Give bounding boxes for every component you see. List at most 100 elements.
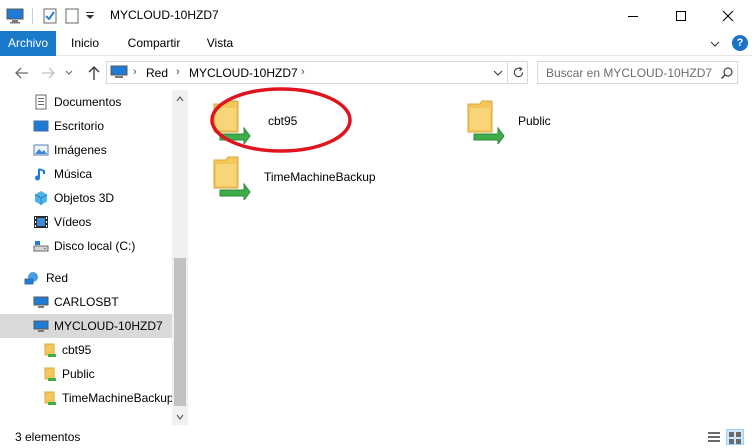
nav-item-red[interactable]: Red — [0, 266, 172, 290]
nav-item-mycloud[interactable]: MYCLOUD-10HZD7 — [0, 314, 172, 338]
toolbar-separator — [32, 8, 33, 24]
search-icon[interactable] — [720, 66, 734, 80]
nav-item-documentos[interactable]: Documentos — [0, 90, 172, 114]
chevron-down-icon — [710, 41, 720, 47]
nav-item-label: TimeMachineBackup — [62, 391, 174, 405]
search-box[interactable]: Buscar en MYCLOUD-10HZD7 — [537, 61, 738, 84]
computer-icon — [33, 318, 49, 334]
nav-item-label: MYCLOUD-10HZD7 — [54, 319, 163, 333]
nav-item-objetos-3d[interactable]: Objetos 3D — [0, 186, 172, 210]
music-icon — [33, 166, 49, 182]
recent-locations-button[interactable] — [62, 64, 76, 82]
breadcrumb-separator: › — [301, 66, 305, 78]
minimize-icon — [628, 15, 638, 17]
share-item-label: TimeMachineBackup — [264, 170, 376, 184]
nav-item-label: cbt95 — [62, 343, 92, 357]
customize-toolbar-icon[interactable] — [85, 7, 95, 25]
close-button[interactable] — [705, 0, 751, 31]
nav-item-label: Escritorio — [54, 119, 105, 133]
nav-item-label: Objetos 3D — [54, 191, 115, 205]
maximize-button[interactable] — [658, 0, 704, 31]
nav-item-label: Disco local (C:) — [54, 239, 136, 253]
tab-compartir[interactable]: Compartir — [118, 31, 190, 56]
item-count: 3 elementos — [15, 430, 81, 444]
back-button[interactable] — [12, 64, 32, 82]
breadcrumb-separator: › — [176, 66, 180, 78]
computer-icon — [6, 7, 24, 25]
tab-archivo[interactable]: Archivo — [0, 31, 56, 56]
minimize-button[interactable] — [610, 0, 656, 31]
scroll-down-icon[interactable] — [175, 411, 185, 421]
large-icons-view-icon[interactable] — [726, 429, 744, 445]
scrollbar-thumb[interactable] — [174, 258, 186, 406]
nav-item-disco-local[interactable]: Disco local (C:) — [0, 234, 172, 258]
tab-vista[interactable]: Vista — [198, 31, 242, 56]
nav-item-label: Red — [46, 271, 69, 285]
nav-item-imagenes[interactable]: Imágenes — [0, 138, 172, 162]
share-folder-icon — [42, 390, 58, 406]
arrow-left-icon — [15, 67, 28, 79]
local-disk-icon — [33, 238, 49, 254]
computer-icon — [33, 294, 49, 310]
breadcrumb-red[interactable]: Red — [146, 66, 168, 80]
navigation-pane: Documentos Escritorio Imágenes Música Ob… — [0, 90, 188, 425]
close-icon — [722, 10, 734, 21]
3d-objects-icon — [33, 190, 49, 206]
breadcrumb-mycloud[interactable]: MYCLOUD-10HZD7 — [189, 66, 298, 80]
share-folder-icon — [42, 366, 58, 382]
expand-ribbon-button[interactable] — [708, 37, 722, 51]
status-bar: 3 elementos — [0, 425, 752, 448]
breadcrumb-separator: › — [133, 66, 137, 78]
quick-access-toolbar — [6, 7, 95, 25]
chevron-down-icon — [65, 70, 73, 75]
pictures-icon — [33, 142, 49, 158]
title-bar: MYCLOUD-10HZD7 — [0, 0, 752, 31]
nav-item-videos[interactable]: Vídeos — [0, 210, 172, 234]
network-share-icon — [210, 154, 254, 202]
search-input[interactable]: Buscar en MYCLOUD-10HZD7 — [546, 66, 712, 80]
share-folder-icon — [42, 342, 58, 358]
nav-item-public[interactable]: Public — [0, 362, 172, 386]
nav-item-label: Música — [54, 167, 93, 181]
address-history-button[interactable] — [491, 66, 505, 80]
maximize-icon — [676, 10, 686, 21]
nav-item-escritorio[interactable]: Escritorio — [0, 114, 172, 138]
scroll-up-icon[interactable] — [175, 93, 185, 103]
network-share-icon — [464, 98, 508, 146]
refresh-button[interactable] — [507, 62, 528, 83]
forward-button[interactable] — [38, 64, 58, 82]
arrow-up-icon — [88, 66, 100, 80]
documents-icon — [33, 94, 49, 110]
nav-item-label: CARLOSBT — [54, 295, 119, 309]
help-button[interactable]: ? — [732, 35, 748, 51]
nav-item-timemachinebackup[interactable]: TimeMachineBackup — [0, 386, 174, 410]
address-toolbar: › Red › MYCLOUD-10HZD7 › Buscar en MYCLO… — [0, 56, 752, 90]
window-title: MYCLOUD-10HZD7 — [110, 8, 219, 22]
videos-icon — [33, 214, 49, 230]
desktop-icon — [33, 118, 49, 134]
details-view-icon[interactable] — [706, 429, 722, 445]
navigation-scrollbar[interactable] — [172, 90, 188, 425]
up-button[interactable] — [84, 64, 104, 82]
nav-item-label: Public — [62, 367, 95, 381]
refresh-icon — [513, 66, 523, 78]
nav-item-label: Vídeos — [54, 215, 92, 229]
nav-item-cbt95[interactable]: cbt95 — [0, 338, 172, 362]
tab-inicio[interactable]: Inicio — [62, 31, 108, 56]
address-bar[interactable]: › Red › MYCLOUD-10HZD7 › — [106, 61, 528, 84]
share-item-label: Public — [518, 114, 551, 128]
new-folder-icon[interactable] — [63, 7, 81, 25]
nav-item-musica[interactable]: Música — [0, 162, 172, 186]
arrow-right-icon — [42, 67, 55, 79]
share-item-cbt95[interactable]: cbt95 — [210, 87, 370, 153]
nav-item-carlosbt[interactable]: CARLOSBT — [0, 290, 172, 314]
properties-icon[interactable] — [41, 7, 59, 25]
computer-icon — [110, 65, 128, 80]
ribbon-tabs: Archivo Inicio Compartir Vista ? — [0, 31, 752, 56]
red-highlight-circle — [210, 87, 352, 153]
view-switcher — [706, 429, 746, 445]
file-list: cbt95 Public TimeMachineBackup — [188, 87, 752, 425]
share-item-timemachinebackup[interactable]: TimeMachineBackup — [210, 154, 430, 204]
nav-item-label: Documentos — [54, 95, 122, 109]
share-item-public[interactable]: Public — [464, 98, 624, 148]
